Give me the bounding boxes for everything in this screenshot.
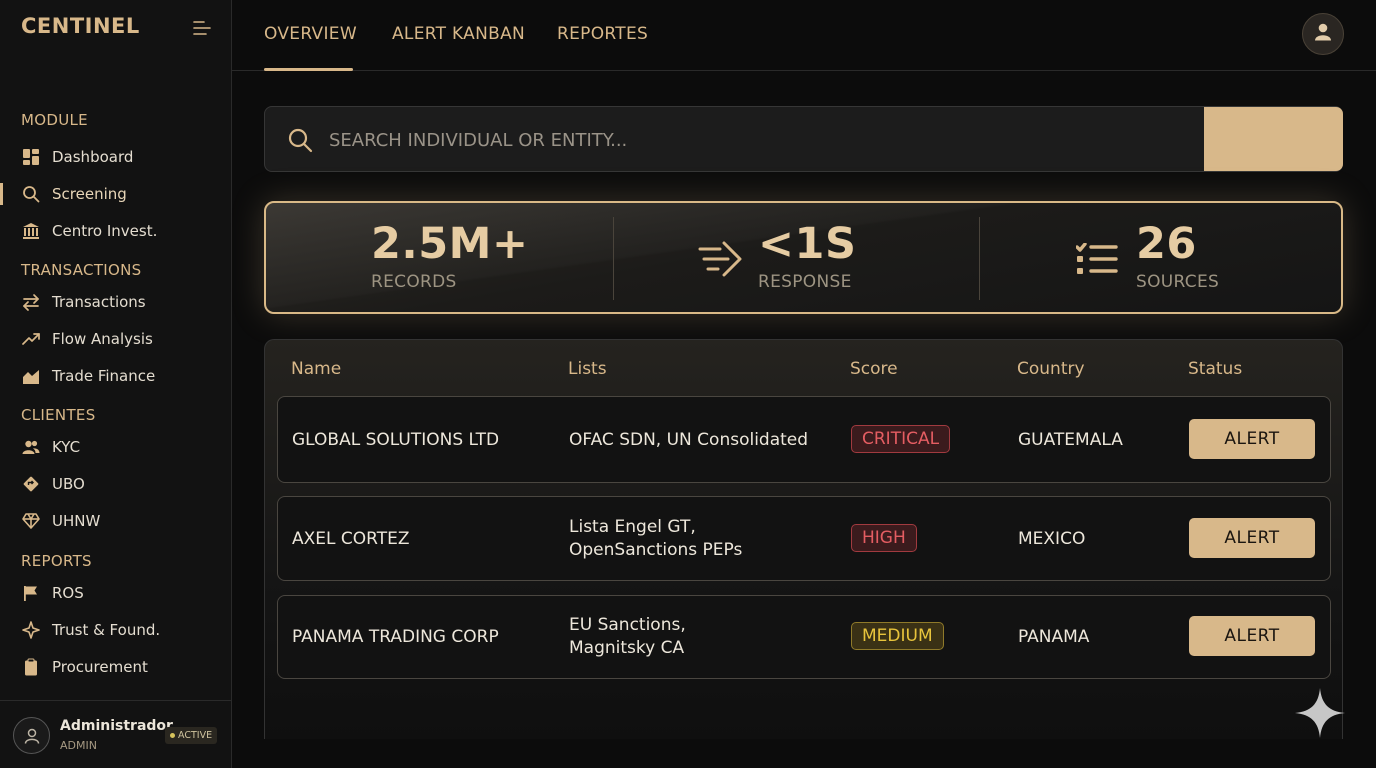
users-icon	[21, 437, 41, 457]
sidebar-item-ros[interactable]: ROS	[0, 578, 231, 608]
sidebar: CENTINEL MODULE Dashboard Screening Cent…	[0, 0, 232, 768]
section-clientes: CLIENTES	[21, 406, 96, 424]
sparkle-icon	[1295, 688, 1345, 738]
row-lists-line2: OpenSanctions PEPs	[569, 540, 743, 560]
sidebar-item-centro-invest[interactable]: Centro Invest.	[0, 216, 231, 246]
trend-icon	[21, 329, 41, 349]
diamond-direction-icon	[21, 474, 41, 494]
menu-toggle-icon[interactable]	[192, 19, 212, 37]
section-transactions: TRANSACTIONS	[21, 261, 142, 279]
sidebar-item-label: UBO	[52, 475, 85, 493]
sidebar-item-label: Screening	[52, 185, 127, 203]
user-name: Administrador	[60, 718, 173, 734]
score-badge-medium: MEDIUM	[851, 622, 944, 650]
row-name: GLOBAL SOLUTIONS LTD	[292, 430, 500, 450]
bank-icon	[21, 221, 41, 241]
user-icon	[1312, 21, 1334, 47]
score-badge-critical: CRITICAL	[851, 425, 951, 453]
stat-response-value: <1S	[758, 219, 857, 269]
sidebar-item-trade-finance[interactable]: Trade Finance	[0, 361, 231, 391]
sparkle-icon	[21, 620, 41, 640]
sidebar-item-procurement[interactable]: Procurement	[0, 652, 231, 682]
search-icon	[287, 127, 313, 153]
sidebar-item-ubo[interactable]: UBO	[0, 469, 231, 499]
clipboard-icon	[21, 657, 41, 677]
sidebar-item-trust-found[interactable]: Trust & Found.	[0, 615, 231, 645]
alert-button[interactable]: ALERT	[1189, 616, 1315, 656]
alert-button[interactable]: ALERT	[1189, 419, 1315, 459]
sidebar-item-label: Procurement	[52, 658, 148, 676]
row-lists-line1: Lista Engel GT,	[569, 517, 696, 537]
user-role: ADMIN	[60, 739, 97, 752]
status-badge: ACTIVE	[165, 727, 218, 744]
stat-records-label: RECORDS	[371, 272, 457, 292]
row-country: MEXICO	[1018, 529, 1086, 549]
column-header-status[interactable]: Status	[1188, 359, 1242, 379]
search-icon	[21, 184, 41, 204]
tab-reportes[interactable]: REPORTES	[557, 24, 648, 44]
stat-sources-value: 26	[1136, 219, 1197, 269]
user-avatar[interactable]	[13, 717, 50, 754]
row-lists-line1: EU Sanctions,	[569, 615, 686, 635]
sidebar-item-label: Flow Analysis	[52, 330, 153, 348]
sidebar-item-label: Transactions	[52, 293, 146, 311]
sidebar-item-label: Dashboard	[52, 148, 134, 166]
column-header-score[interactable]: Score	[850, 359, 898, 379]
sidebar-item-label: ROS	[52, 584, 84, 602]
sidebar-item-flow-analysis[interactable]: Flow Analysis	[0, 324, 231, 354]
column-header-country[interactable]: Country	[1017, 359, 1085, 379]
tab-alert-kanban[interactable]: ALERT KANBAN	[392, 24, 525, 44]
divider	[0, 700, 231, 701]
profile-avatar[interactable]	[1302, 13, 1344, 55]
active-tab-indicator	[264, 68, 353, 71]
stat-response-label: RESPONSE	[758, 272, 852, 292]
stats-panel: 2.5M+ RECORDS <1S RESPONSE 26 SOURCES	[264, 201, 1343, 314]
sidebar-item-label: KYC	[52, 438, 81, 456]
flag-icon	[21, 583, 41, 603]
section-module: MODULE	[21, 111, 88, 129]
table-row[interactable]: PANAMA TRADING CORP EU Sanctions, Magnit…	[277, 595, 1331, 679]
results-table: Name Lists Score Country Status GLOBAL S…	[264, 339, 1343, 739]
sidebar-item-label: UHNW	[52, 512, 101, 530]
top-nav: OVERVIEW ALERT KANBAN REPORTES	[232, 0, 1376, 71]
row-name: AXEL CORTEZ	[292, 529, 410, 549]
search-button[interactable]	[1204, 107, 1343, 171]
sidebar-item-label: Centro Invest.	[52, 222, 158, 240]
sidebar-item-screening[interactable]: Screening	[0, 179, 231, 209]
column-header-name[interactable]: Name	[291, 359, 341, 379]
stat-divider	[613, 217, 614, 300]
sidebar-item-dashboard[interactable]: Dashboard	[0, 142, 231, 172]
score-badge-high: HIGH	[851, 524, 917, 552]
search-input[interactable]	[329, 124, 1189, 156]
tab-overview[interactable]: OVERVIEW	[264, 24, 357, 44]
row-country: GUATEMALA	[1018, 430, 1123, 450]
sidebar-item-uhnw[interactable]: UHNW	[0, 506, 231, 536]
sidebar-item-kyc[interactable]: KYC	[0, 432, 231, 462]
column-header-lists[interactable]: Lists	[568, 359, 607, 379]
sidebar-item-label: Trust & Found.	[52, 621, 161, 639]
row-lists: OFAC SDN, UN Consolidated	[569, 430, 809, 450]
swap-icon	[21, 292, 41, 312]
section-reports: REPORTS	[21, 552, 92, 570]
stat-sources-label: SOURCES	[1136, 272, 1220, 292]
row-lists-line2: Magnitsky CA	[569, 638, 685, 658]
sidebar-item-label: Trade Finance	[52, 367, 156, 385]
gem-icon	[21, 511, 41, 531]
brand-logo: CENTINEL	[21, 14, 140, 38]
stat-records-value: 2.5M+	[371, 219, 529, 269]
search-bar	[264, 106, 1343, 172]
chart-area-icon	[21, 366, 41, 386]
row-name: PANAMA TRADING CORP	[292, 627, 499, 647]
alert-button[interactable]: ALERT	[1189, 518, 1315, 558]
table-row[interactable]: GLOBAL SOLUTIONS LTD OFAC SDN, UN Consol…	[277, 396, 1331, 483]
sidebar-item-transactions[interactable]: Transactions	[0, 287, 231, 317]
speed-arrow-icon	[698, 239, 744, 283]
row-country: PANAMA	[1018, 627, 1090, 647]
list-icon	[1075, 242, 1118, 281]
table-row[interactable]: AXEL CORTEZ Lista Engel GT, OpenSanction…	[277, 496, 1331, 581]
dashboard-icon	[21, 147, 41, 167]
stat-divider	[979, 217, 980, 300]
